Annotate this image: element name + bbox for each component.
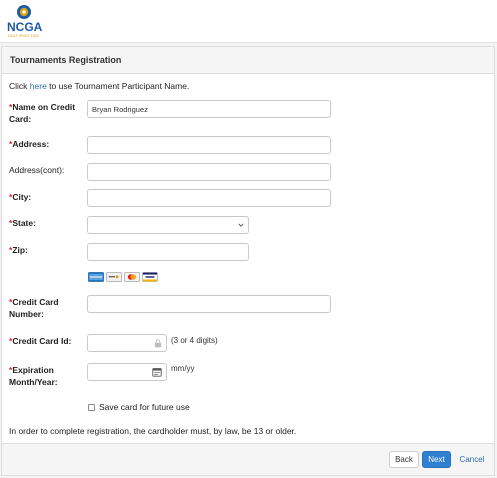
page-title: Tournaments Registration bbox=[2, 47, 494, 74]
city-label-text: City: bbox=[12, 192, 32, 202]
expiration-hint: mm/yy bbox=[171, 364, 195, 373]
name-on-card-label-text: Name on Credit Card: bbox=[9, 102, 76, 124]
zip-input[interactable] bbox=[87, 243, 249, 261]
expiration-input[interactable] bbox=[87, 363, 167, 381]
address-input[interactable] bbox=[87, 136, 331, 154]
save-card-checkbox[interactable] bbox=[88, 404, 95, 411]
mastercard-card-icon bbox=[124, 272, 140, 282]
next-button[interactable]: Next bbox=[422, 451, 451, 468]
visa-card-icon bbox=[142, 272, 158, 282]
card-id-label: *Credit Card Id: bbox=[9, 335, 71, 347]
name-on-card-label: *Name on Credit Card: bbox=[9, 101, 81, 125]
registration-panel: Tournaments Registration Click here to u… bbox=[1, 46, 495, 476]
address-cont-label: Address(cont): bbox=[9, 165, 65, 175]
card-id-hint: (3 or 4 digits) bbox=[171, 336, 218, 345]
address-label: *Address: bbox=[9, 138, 49, 150]
save-card-label: Save card for future use bbox=[99, 402, 190, 412]
state-label-text: State: bbox=[12, 218, 36, 228]
address-label-text: Address: bbox=[12, 139, 50, 149]
card-id-input[interactable] bbox=[87, 334, 167, 352]
logo-text: NCGA bbox=[7, 20, 43, 34]
accepted-cards bbox=[88, 272, 158, 282]
name-on-card-input[interactable] bbox=[87, 100, 331, 118]
state-label: *State: bbox=[9, 217, 36, 229]
logo-graphic: NCGA GOLF SINCE 1903 bbox=[7, 5, 43, 38]
zip-label: *Zip: bbox=[9, 244, 28, 256]
age-notice: In order to complete registration, the c… bbox=[9, 426, 297, 436]
calendar-icon[interactable] bbox=[152, 367, 162, 377]
form-footer: Back Next Cancel bbox=[2, 443, 494, 475]
expiration-label-text: Expiration Month/Year: bbox=[9, 365, 58, 387]
address-cont-input[interactable] bbox=[87, 163, 331, 181]
amex-card-icon bbox=[88, 272, 104, 282]
back-button[interactable]: Back bbox=[389, 451, 419, 468]
ncga-logo[interactable]: NCGA GOLF SINCE 1903 bbox=[6, 4, 46, 40]
card-number-label-text: Credit Card Number: bbox=[9, 297, 59, 319]
discover-card-icon bbox=[106, 272, 122, 282]
card-id-label-text: Credit Card Id: bbox=[12, 336, 72, 346]
top-bar: NCGA GOLF SINCE 1903 bbox=[0, 0, 497, 43]
zip-label-text: Zip: bbox=[12, 245, 28, 255]
expiration-label: *Expiration Month/Year: bbox=[9, 364, 81, 388]
city-input[interactable] bbox=[87, 189, 331, 207]
lock-icon bbox=[154, 339, 162, 348]
participant-name-link[interactable]: here bbox=[30, 81, 47, 91]
card-number-label: *Credit Card Number: bbox=[9, 296, 81, 320]
chevron-down-icon bbox=[238, 223, 244, 227]
logo-tagline: GOLF SINCE 1903 bbox=[8, 34, 39, 38]
intro-text: Click here to use Tournament Participant… bbox=[9, 81, 189, 91]
cancel-button[interactable]: Cancel bbox=[456, 451, 488, 468]
intro-suffix: to use Tournament Participant Name. bbox=[46, 81, 190, 91]
card-number-input[interactable] bbox=[87, 295, 331, 313]
intro-prefix: Click bbox=[9, 81, 30, 91]
state-select[interactable] bbox=[87, 216, 249, 234]
city-label: *City: bbox=[9, 191, 31, 203]
